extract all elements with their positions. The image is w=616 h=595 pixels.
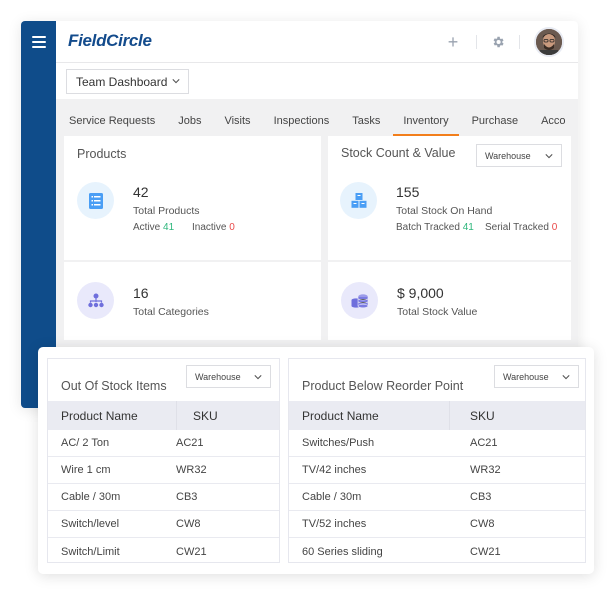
hierarchy-icon xyxy=(87,293,104,308)
table-row[interactable]: Switches/Push AC21 xyxy=(289,430,585,457)
list-icon-circle xyxy=(77,182,114,219)
stock-on-hand-value: 155 xyxy=(396,184,420,200)
divider xyxy=(476,35,477,49)
sku-cell: WR32 xyxy=(470,464,501,476)
sku-cell: WR32 xyxy=(176,464,207,476)
sku-cell: CW8 xyxy=(470,518,495,530)
sku-cell: CW21 xyxy=(176,545,207,558)
products-card: Products 42 Total Products Active 41 Ina… xyxy=(64,136,321,260)
stock-count-card: Stock Count & Value Warehouse 155 Total … xyxy=(328,136,571,260)
chevron-down-icon xyxy=(562,375,570,380)
tab-accounts[interactable]: Acco xyxy=(528,99,575,136)
product-name-cell: TV/52 inches xyxy=(302,518,367,530)
stock-on-hand-label: Total Stock On Hand xyxy=(396,205,493,217)
coins-icon xyxy=(351,293,368,308)
sku-cell: CW8 xyxy=(176,518,201,530)
sku-cell: CB3 xyxy=(470,491,492,503)
list-icon xyxy=(88,192,103,209)
tab-jobs[interactable]: Jobs xyxy=(165,99,211,136)
tab-tasks[interactable]: Tasks xyxy=(339,99,390,136)
table-row[interactable]: TV/52 inches CW8 xyxy=(289,511,585,538)
table-row[interactable]: Cable / 30m CB3 xyxy=(48,484,279,511)
tab-purchase[interactable]: Purchase xyxy=(459,99,528,136)
out-of-stock-warehouse-select[interactable]: Warehouse xyxy=(186,365,271,388)
below-reorder-card: Product Below Reorder Point Warehouse Pr… xyxy=(288,358,586,563)
out-of-stock-card: Out Of Stock Items Warehouse Product Nam… xyxy=(47,358,280,563)
product-name-cell: Switches/Push xyxy=(302,437,375,449)
chevron-down-icon xyxy=(172,79,180,84)
sku-cell: CW21 xyxy=(470,545,501,558)
stock-value-label: Total Stock Value xyxy=(397,306,478,318)
table-row[interactable]: Cable / 30m CB3 xyxy=(289,484,585,511)
top-bar: FieldCircle + xyxy=(56,21,578,63)
divider xyxy=(519,35,520,49)
product-name-cell: Cable / 30m xyxy=(302,491,362,503)
tab-visits[interactable]: Visits xyxy=(211,99,260,136)
tab-inventory[interactable]: Inventory xyxy=(390,99,459,136)
product-name-cell: 60 Series sliding xyxy=(302,545,383,558)
total-categories-value: 16 xyxy=(133,285,149,301)
sku-cell: AC21 xyxy=(176,437,204,449)
menu-icon[interactable] xyxy=(32,36,46,48)
total-categories-label: Total Categories xyxy=(133,306,209,318)
table-row[interactable]: 60 Series sliding CW21 xyxy=(289,538,585,565)
avatar[interactable] xyxy=(534,27,564,57)
plus-icon[interactable]: + xyxy=(444,32,462,53)
total-products-label: Total Products xyxy=(133,205,200,217)
table-row[interactable]: Switch/level CW8 xyxy=(48,511,279,538)
total-products-value: 42 xyxy=(133,184,149,200)
active-stat: Active 41 xyxy=(133,222,175,233)
gear-icon[interactable] xyxy=(491,35,505,49)
chevron-down-icon xyxy=(254,375,262,380)
sku-cell: AC21 xyxy=(470,437,498,449)
sub-bar: Team Dashboard xyxy=(56,63,578,99)
boxes-icon-circle xyxy=(340,182,377,219)
below-reorder-warehouse-select[interactable]: Warehouse xyxy=(494,365,579,388)
boxes-icon xyxy=(351,193,366,208)
inactive-stat: Inactive 0 xyxy=(192,222,235,233)
product-name-cell: Wire 1 cm xyxy=(61,464,111,476)
stock-value: $ 9,000 xyxy=(397,285,444,301)
active-count: 41 xyxy=(163,222,175,233)
out-of-stock-title: Out Of Stock Items xyxy=(61,379,167,393)
dashboard-select[interactable]: Team Dashboard xyxy=(66,69,189,94)
batch-tracked-count: 41 xyxy=(462,222,474,233)
table-header: Product Name SKU xyxy=(48,401,279,430)
product-name-cell: Cable / 30m xyxy=(61,491,121,503)
categories-card: 16 Total Categories xyxy=(64,262,321,340)
table-header: Product Name SKU xyxy=(289,401,585,430)
tab-service-requests[interactable]: Service Requests xyxy=(56,99,165,136)
table-row[interactable]: TV/42 inches WR32 xyxy=(289,457,585,484)
stock-value-card: $ 9,000 Total Stock Value xyxy=(328,262,571,340)
hierarchy-icon-circle xyxy=(77,282,114,319)
product-name-cell: Switch/Limit xyxy=(61,545,120,558)
serial-tracked-count: 0 xyxy=(551,222,558,233)
dashboard-select-label: Team Dashboard xyxy=(76,74,168,89)
serial-tracked-stat: Serial Tracked 0 xyxy=(485,222,558,233)
tab-bar: Service Requests Jobs Visits Inspections… xyxy=(56,99,578,136)
logo[interactable]: FieldCircle xyxy=(68,31,152,51)
column-header-product-name[interactable]: Product Name xyxy=(48,401,177,430)
tab-inspections[interactable]: Inspections xyxy=(261,99,340,136)
sku-cell: CB3 xyxy=(176,491,198,503)
table-row[interactable]: AC/ 2 Ton AC21 xyxy=(48,430,279,457)
below-reorder-title: Product Below Reorder Point xyxy=(302,379,464,393)
stock-warehouse-select[interactable]: Warehouse xyxy=(476,144,562,167)
table-row[interactable]: Switch/Limit CW21 xyxy=(48,538,279,565)
inventory-tables-panel: Out Of Stock Items Warehouse Product Nam… xyxy=(38,347,594,574)
table-row[interactable]: Wire 1 cm WR32 xyxy=(48,457,279,484)
coins-icon-circle xyxy=(341,282,378,319)
product-name-cell: Switch/level xyxy=(61,518,120,530)
product-name-cell: TV/42 inches xyxy=(302,464,367,476)
stock-count-title: Stock Count & Value xyxy=(341,146,456,160)
column-header-sku[interactable]: SKU xyxy=(177,401,218,430)
column-header-product-name[interactable]: Product Name xyxy=(289,401,450,430)
product-name-cell: AC/ 2 Ton xyxy=(61,437,110,449)
inactive-count: 0 xyxy=(229,222,235,233)
chevron-down-icon xyxy=(545,154,553,159)
products-title: Products xyxy=(77,147,127,161)
column-header-sku[interactable]: SKU xyxy=(450,401,495,430)
batch-tracked-stat: Batch Tracked 41 xyxy=(396,222,474,233)
